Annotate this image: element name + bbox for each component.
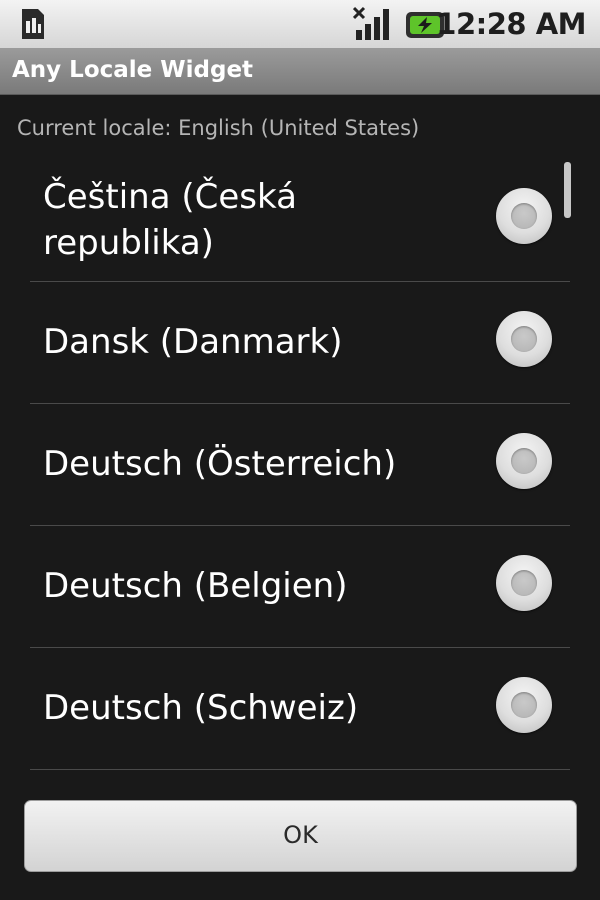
radio-indicator [511, 326, 537, 352]
locale-label: Deutsch (Schweiz) [43, 688, 359, 728]
app-title: Any Locale Widget [12, 57, 254, 83]
list-item[interactable]: Deutsch (Belgien) [30, 526, 570, 648]
scrollbar[interactable] [564, 162, 571, 218]
signal-strength-icon [353, 6, 389, 40]
status-time: 12:28 AM [436, 7, 586, 41]
screen: 12:28 AM Any Locale Widget Current local… [0, 0, 600, 900]
radio-button[interactable] [496, 188, 552, 244]
radio-button[interactable] [496, 433, 552, 489]
radio-indicator [511, 570, 537, 596]
list-item[interactable]: Dansk (Danmark) [30, 282, 570, 404]
radio-button[interactable] [496, 311, 552, 367]
locale-label: Deutsch (Belgien) [43, 566, 348, 606]
radio-button[interactable] [496, 677, 552, 733]
sim-card-icon [22, 9, 44, 39]
ok-button[interactable]: OK [24, 800, 577, 872]
list-item[interactable]: Deutsch (Schweiz) [30, 648, 570, 770]
radio-indicator [511, 203, 537, 229]
status-bar: 12:28 AM [0, 0, 600, 49]
locale-list[interactable]: Čeština (Česká republika) Dansk (Danmark… [30, 158, 570, 770]
locale-label: Dansk (Danmark) [43, 322, 343, 362]
locale-label: Deutsch (Österreich) [43, 444, 397, 484]
ok-button-label: OK [283, 821, 318, 849]
list-item[interactable]: Čeština (Česká republika) [30, 158, 570, 282]
radio-indicator [511, 448, 537, 474]
radio-button[interactable] [496, 555, 552, 611]
current-locale-label: Current locale: English (United States) [17, 116, 420, 140]
list-item[interactable]: Deutsch (Österreich) [30, 404, 570, 526]
title-bar: Any Locale Widget [0, 49, 600, 95]
radio-indicator [511, 692, 537, 718]
locale-label: Čeština (Česká republika) [43, 177, 297, 263]
